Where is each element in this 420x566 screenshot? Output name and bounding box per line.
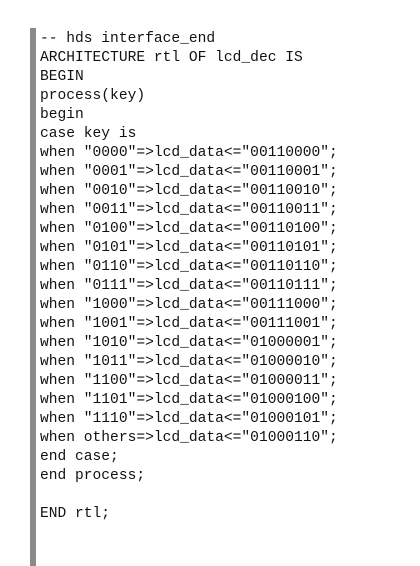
code-line: case key is [40,126,137,142]
code-line: when "0001"=>lcd_data<="00110001"; [40,164,338,180]
code-line: when "1110"=>lcd_data<="01000101"; [40,411,338,427]
code-listing: -- hds interface_end ARCHITECTURE rtl OF… [30,28,410,566]
code-line: END rtl; [40,506,111,522]
code-line: end case; [40,449,119,465]
code-line: when "0000"=>lcd_data<="00110000"; [40,145,338,161]
code-line: when "0011"=>lcd_data<="00110011"; [40,202,338,218]
code-line: when "1011"=>lcd_data<="01000010"; [40,354,338,370]
code-line: when "1000"=>lcd_data<="00111000"; [40,297,338,313]
code-line: when "1001"=>lcd_data<="00111001"; [40,316,338,332]
code-line: -- hds interface_end [40,31,216,47]
code-line: when "1010"=>lcd_data<="01000001"; [40,335,338,351]
code-line: when "0100"=>lcd_data<="00110100"; [40,221,338,237]
code-line: begin [40,107,84,123]
code-line: when "1101"=>lcd_data<="01000100"; [40,392,338,408]
code-line: BEGIN [40,69,84,85]
code-line: when "0111"=>lcd_data<="00110111"; [40,278,338,294]
code-line: when "0010"=>lcd_data<="00110010"; [40,183,338,199]
code-line: when "0101"=>lcd_data<="00110101"; [40,240,338,256]
code-line: end process; [40,468,146,484]
code-line: when others=>lcd_data<="01000110"; [40,430,338,446]
code-line: when "0110"=>lcd_data<="00110110"; [40,259,338,275]
code-line: ARCHITECTURE rtl OF lcd_dec IS [40,50,303,66]
code-line: process(key) [40,88,146,104]
code-line: when "1100"=>lcd_data<="01000011"; [40,373,338,389]
